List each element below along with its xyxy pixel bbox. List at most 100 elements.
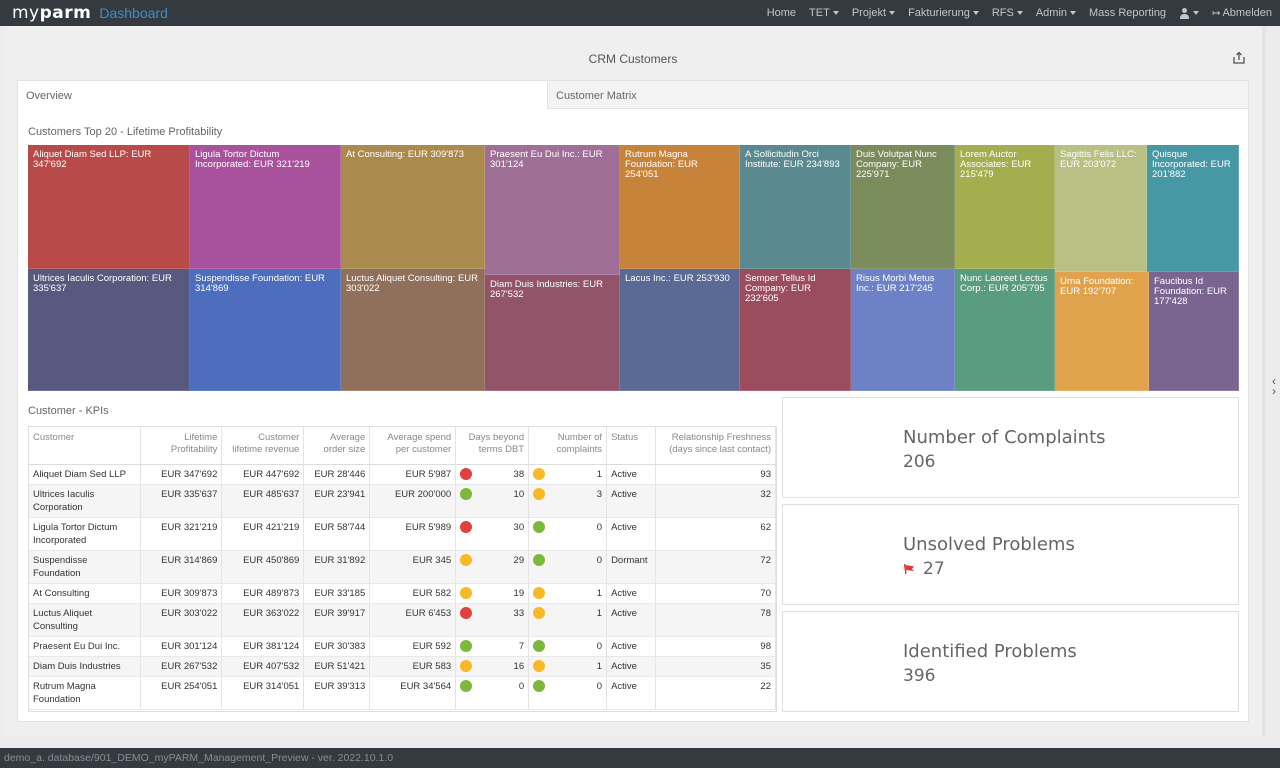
column-header[interactable]: Number of complaints	[528, 427, 608, 465]
share-icon[interactable]	[1232, 51, 1246, 65]
revenue-cell: EUR 450'869	[221, 550, 305, 584]
customer-name-cell: Luctus Aliquet Consulting	[29, 603, 142, 637]
status-indicator-yellow-icon	[533, 467, 546, 480]
table-row[interactable]: Diam Duis Industries EUR 267'532 EUR 407'5…	[29, 656, 776, 677]
table-row[interactable]: Suspendisse Foundation EUR 314'869 EUR 450…	[29, 550, 776, 584]
complaints-cell-value: 0	[596, 680, 603, 692]
dbt-cell-value: 10	[513, 488, 525, 500]
kpi-table: Customer Lifetime Profitability Customer…	[29, 427, 776, 710]
tile-value: 396	[903, 666, 936, 686]
nav-home[interactable]: Home	[767, 7, 796, 19]
column-header[interactable]: Status	[606, 427, 657, 465]
dbt-cell-value: 30	[513, 521, 525, 533]
logout-link[interactable]: ↦ Abmelden	[1212, 7, 1272, 19]
complaints-cell-value: 3	[596, 488, 603, 500]
treemap-cell[interactable]: Praesent Eu Dui Inc.: EUR 301'124	[485, 145, 620, 275]
caret-down-icon	[1193, 11, 1200, 15]
myparm-logo[interactable]: myparm	[12, 3, 91, 23]
complaints-cell: 3	[528, 484, 608, 518]
status-cell: Active	[606, 676, 657, 710]
freshness-cell: 62	[655, 517, 776, 551]
column-header[interactable]: Days beyond terms DBT	[455, 427, 530, 465]
tab-overview[interactable]: Overview	[18, 81, 547, 109]
treemap-cell[interactable]: Diam Duis Industries: EUR 267'532	[485, 275, 620, 391]
treemap-cell[interactable]: Semper Tellus Id Company: EUR 232'605	[740, 269, 851, 391]
dbt-cell-value: 33	[513, 607, 525, 619]
treemap-cell[interactable]: Nunc Laoreet Lectus Corp.: EUR 205'795	[955, 269, 1055, 391]
status-indicator-green-icon	[460, 679, 473, 692]
page-title: CRM Customers	[588, 52, 678, 66]
treemap-cell[interactable]: Rutrum Magna Foundation: EUR 254'051	[620, 145, 740, 269]
table-row[interactable]: Aliquet Diam Sed LLP EUR 347'692 EUR 447'6…	[29, 464, 776, 485]
table-row[interactable]: Rutrum Magna Foundation EUR 254'051 EUR 31…	[29, 676, 776, 710]
nav-projekt[interactable]: Projekt	[852, 7, 896, 19]
treemap-cell[interactable]: Duis Volutpat Nunc Company: EUR 225'971	[851, 145, 955, 269]
customer-name-cell: Aliquet Diam Sed LLP	[29, 464, 142, 485]
spend-cell: EUR 582	[369, 583, 457, 604]
column-header[interactable]: Lifetime Profitability	[140, 427, 223, 465]
nav-fakturierung[interactable]: Fakturierung	[908, 7, 979, 19]
table-row[interactable]: Praesent Eu Dui Inc. EUR 301'124 EUR 381'1…	[29, 636, 776, 657]
treemap-cell[interactable]: Faucibus Id Foundation: EUR 177'428	[1149, 272, 1239, 391]
treemap-cell[interactable]: Urna Foundation: EUR 192'707	[1055, 272, 1149, 391]
freshness-cell: 93	[655, 464, 776, 485]
order-size-cell: EUR 31'892	[303, 550, 371, 584]
revenue-cell: EUR 407'532	[221, 656, 305, 677]
status-cell: Active	[606, 603, 657, 637]
treemap-cell[interactable]: Risus Morbi Metus Inc.: EUR 217'245	[851, 269, 955, 391]
customer-name-cell: Suspendisse Foundation	[29, 550, 142, 584]
chevron-right-icon[interactable]: ›	[1272, 385, 1276, 397]
freshness-cell: 98	[655, 636, 776, 657]
treemap-cell[interactable]: Luctus Aliquet Consulting: EUR 303'022	[341, 269, 485, 391]
nav-mass-reporting[interactable]: Mass Reporting	[1089, 7, 1166, 19]
treemap-cell[interactable]: Ligula Tortor Dictum Incorporated: EUR 3…	[190, 145, 341, 269]
treemap-cell[interactable]: Ultrices Iaculis Corporation: EUR 335'63…	[28, 269, 190, 391]
table-row[interactable]: Ligula Tortor Dictum Incorporated EUR 321…	[29, 517, 776, 551]
freshness-cell: 72	[655, 550, 776, 584]
revenue-cell: EUR 421'219	[221, 517, 305, 551]
dbt-cell: 0	[455, 676, 530, 710]
caret-down-icon	[1070, 11, 1077, 15]
tile-label: Identified Problems	[903, 641, 1077, 662]
user-icon	[1179, 7, 1190, 19]
customer-name-cell: Diam Duis Industries	[29, 656, 142, 677]
revenue-cell: EUR 314'051	[221, 676, 305, 710]
complaints-cell: 0	[528, 550, 608, 584]
complaints-cell: 1	[528, 583, 608, 604]
table-row[interactable]: At Consulting EUR 309'873 EUR 489'873 EUR 3…	[29, 583, 776, 604]
nav-admin[interactable]: Admin	[1036, 7, 1077, 19]
brand[interactable]: myparm Dashboard	[0, 3, 168, 23]
tab-customer-matrix[interactable]: Customer Matrix	[547, 81, 1248, 109]
treemap-cell[interactable]: Lorem Auctor Associates: EUR 215'479	[955, 145, 1055, 269]
column-header[interactable]: Customer lifetime revenue	[221, 427, 305, 465]
spend-cell: EUR 5'987	[369, 464, 457, 485]
table-row[interactable]: Luctus Aliquet Consulting EUR 303'022 EUR …	[29, 603, 776, 637]
nav-tet[interactable]: TET	[809, 7, 839, 19]
treemap-cell[interactable]: Sagittis Felis LLC: EUR 203'072	[1055, 145, 1147, 272]
revenue-cell: EUR 363'022	[221, 603, 305, 637]
tile-value: 27	[903, 559, 945, 579]
revenue-cell: EUR 485'637	[221, 484, 305, 518]
treemap-cell[interactable]: Suspendisse Foundation: EUR 314'869	[190, 269, 341, 391]
page-scrollbar[interactable]	[1262, 26, 1266, 736]
column-header[interactable]: Average spend per customer	[369, 427, 457, 465]
complaints-cell-value: 1	[596, 660, 603, 672]
column-header[interactable]: Average order size	[303, 427, 371, 465]
treemap-cell[interactable]: A Sollicitudin Orci Institute: EUR 234'8…	[740, 145, 851, 269]
side-panel-toggle[interactable]: ‹ ›	[1272, 375, 1276, 397]
order-size-cell: EUR 58'744	[303, 517, 371, 551]
status-cell: Dormant	[606, 550, 657, 584]
treemap-cell[interactable]: Quisque Incorporated: EUR 201'882	[1147, 145, 1239, 272]
nav-rfs[interactable]: RFS	[992, 7, 1023, 19]
user-menu[interactable]	[1179, 7, 1200, 19]
app-title[interactable]: Dashboard	[99, 5, 168, 21]
column-header[interactable]: Relationship Freshness (days since last …	[655, 427, 776, 465]
tile-complaints: Number of Complaints 206	[782, 397, 1239, 498]
flag-icon	[903, 563, 914, 575]
column-header[interactable]: Customer	[29, 427, 142, 465]
treemap-cell[interactable]: Aliquet Diam Sed LLP: EUR 347'692	[28, 145, 190, 269]
status-indicator-red-icon	[460, 606, 473, 619]
treemap-cell[interactable]: Lacus Inc.: EUR 253'930	[620, 269, 740, 391]
table-row[interactable]: Ultrices Iaculis Corporation EUR 335'637 E…	[29, 484, 776, 518]
treemap-cell[interactable]: At Consulting: EUR 309'873	[341, 145, 485, 269]
